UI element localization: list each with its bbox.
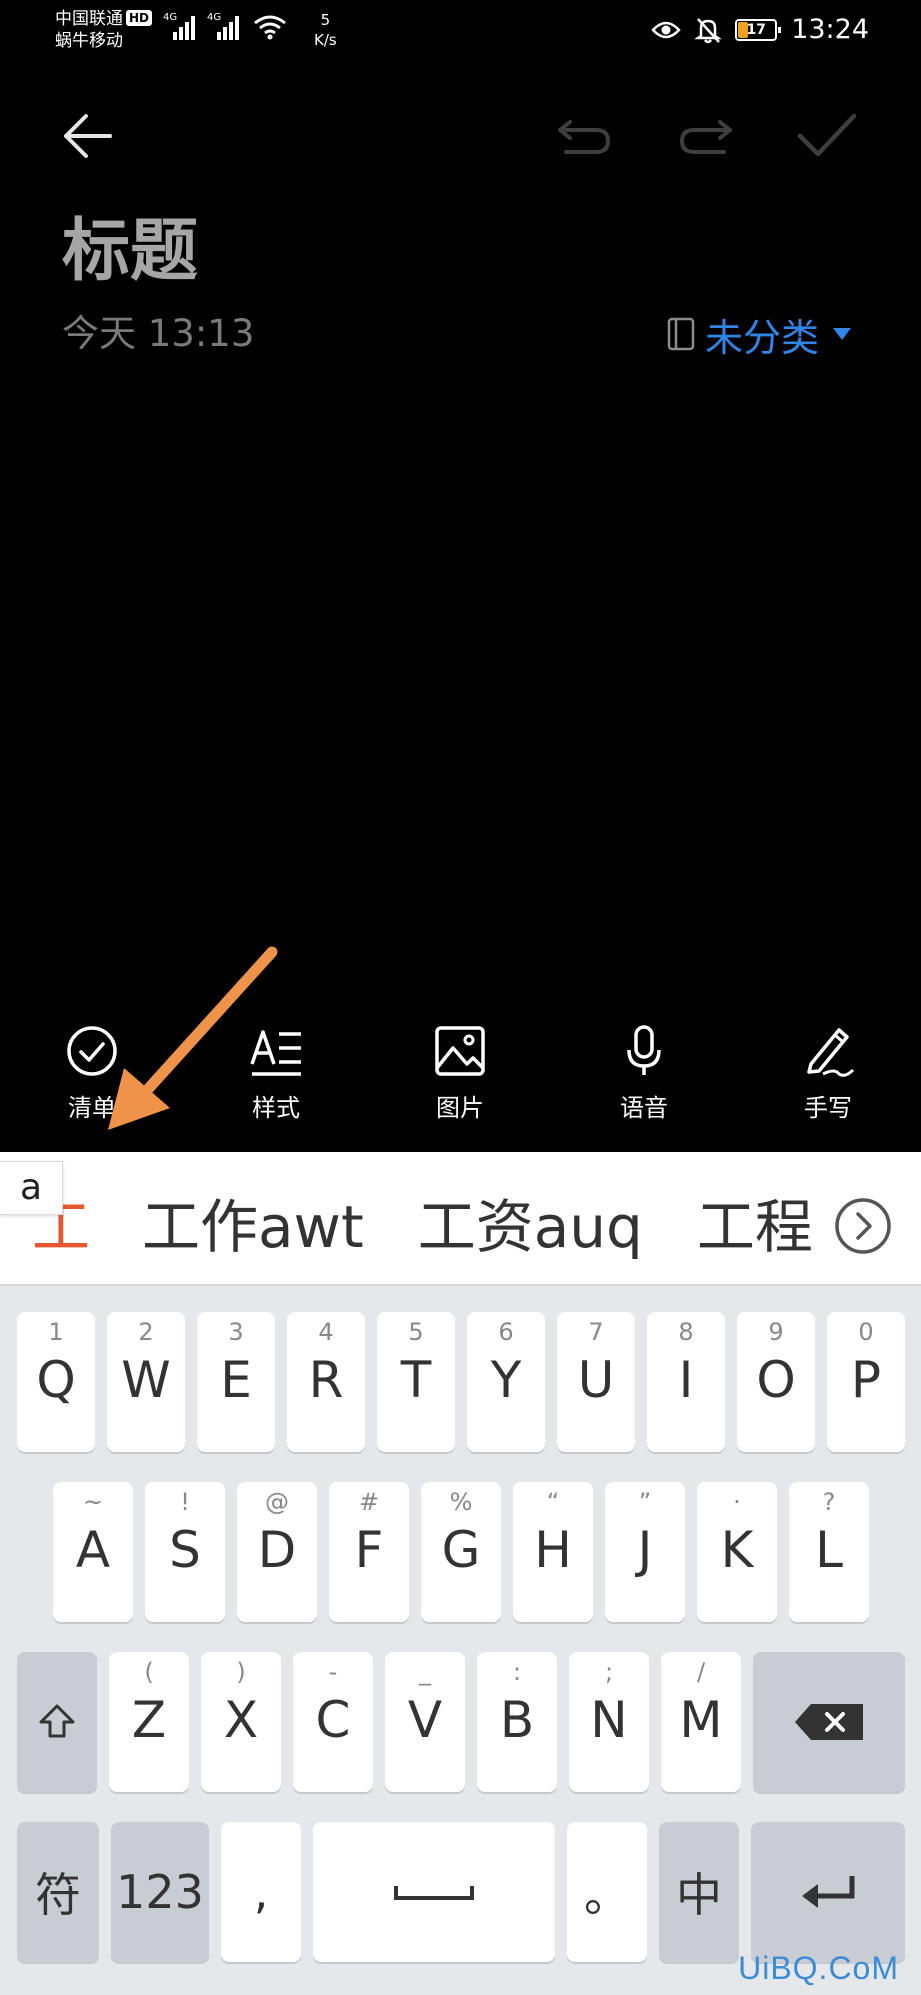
key-o[interactable]: 9O [737,1312,815,1452]
annotation-arrow-icon [108,946,278,1130]
backspace-icon [795,1704,863,1740]
expand-candidates-icon[interactable] [833,1196,893,1256]
battery-icon: 17 [735,18,782,41]
image-label: 图片 [436,1094,484,1122]
key-r[interactable]: 4R [287,1312,365,1452]
watermark: UiBQ.CoM [738,1950,899,1986]
status-clock: 13:24 [791,14,869,45]
note-title[interactable]: 标题 [62,212,198,292]
period-key[interactable]: 。 [567,1822,647,1962]
editor-toolbar [0,100,921,170]
battery-level: 17 [746,21,766,38]
space-key[interactable] [313,1822,555,1962]
notebook-icon [667,317,695,351]
image-button[interactable]: 图片 [368,1024,552,1134]
pen-icon [807,1028,855,1077]
key-c[interactable]: -C [293,1652,373,1792]
network-type-label: 4G [163,12,178,23]
dropdown-caret-icon [833,328,851,340]
key-q[interactable]: 1Q [17,1312,95,1452]
redo-icon[interactable] [678,114,734,158]
microphone-icon [627,1025,661,1075]
key-k[interactable]: · K [697,1482,777,1622]
key-e[interactable]: 3E [197,1312,275,1452]
shift-arrow-icon [39,1704,75,1738]
category-selector[interactable]: 未分类 [667,310,851,360]
key-w[interactable]: 2W [107,1312,185,1452]
key-l[interactable]: ? L [789,1482,869,1622]
numbers-key[interactable]: 123 [111,1822,209,1962]
candidate-item[interactable]: 工资auq [418,1186,643,1268]
wifi-icon [254,15,286,40]
key-j[interactable]: ” J [605,1482,685,1622]
key-i[interactable]: 8I [647,1312,725,1452]
candidate-list: 工 工作awt 工资auq 工程 [32,1186,832,1268]
network-type-label: 4G [207,12,222,23]
enter-return-icon [802,1876,855,1908]
voice-label: 语音 [620,1094,668,1122]
symbols-key[interactable]: 符 [17,1822,99,1962]
status-right: 17 13:24 [651,14,869,45]
key-m[interactable]: / M [661,1652,741,1792]
key-a[interactable]: ~ A [53,1482,133,1622]
signal-strength-icon: 4G [207,12,239,40]
network-speed-value: 5 [320,11,331,29]
key-x[interactable]: ) X [201,1652,281,1792]
shift-key[interactable] [17,1652,97,1792]
status-bar: 中国联通 HD 蜗牛移动 4G 4G 5 K/s 17 13:24 [0,0,921,62]
space-bar-icon [394,1886,474,1900]
keyboard: 1Q 2W 3E 4R 5T 6Y 7U 8I 9O 0P ~ A ! S @ D #… [0,1286,921,1995]
key-g[interactable]: % G [421,1482,501,1622]
key-v[interactable]: _ V [385,1652,465,1792]
hd-badge: HD [126,10,153,26]
voice-button[interactable]: 语音 [552,1024,736,1134]
back-arrow-icon[interactable] [58,106,118,166]
key-z[interactable]: (Z [109,1652,189,1792]
network-speed-unit: K/s [314,31,337,49]
key-s[interactable]: ! S [145,1482,225,1622]
handwriting-label: 手写 [804,1094,852,1122]
network-speed: 5 K/s [314,10,337,50]
eye-icon [651,21,681,38]
key-b[interactable]: :B [477,1652,557,1792]
ime-candidate-bar: 工 工作awt 工资auq 工程 a [0,1152,921,1286]
backspace-key[interactable] [753,1652,905,1792]
key-h[interactable]: “H [513,1482,593,1622]
signal-strength-icon: 4G [163,12,195,40]
carrier-name-primary: 中国联通 [55,9,123,29]
key-n[interactable]: ; N [569,1652,649,1792]
bell-off-icon [695,17,722,43]
key-u[interactable]: 7U [557,1312,635,1452]
carrier-name-secondary: 蜗牛移动 [55,31,123,51]
candidate-item[interactable]: 工程 [697,1186,813,1268]
key-d[interactable]: @ D [237,1482,317,1622]
handwriting-button[interactable]: 手写 [736,1024,920,1134]
key-y[interactable]: 6Y [467,1312,545,1452]
language-switch-key[interactable]: 中 [659,1822,739,1962]
ime-preedit-text: a [0,1161,64,1215]
key-p[interactable]: 0P [827,1312,905,1452]
key-f[interactable]: # F [329,1482,409,1622]
key-t[interactable]: 5T [377,1312,455,1452]
comma-key[interactable]: , [221,1822,301,1962]
candidate-item[interactable]: 工作awt [142,1186,364,1268]
carrier-info: 中国联通 HD 蜗牛移动 [55,8,153,52]
category-label: 未分类 [704,315,819,360]
enter-key[interactable] [751,1822,905,1962]
note-date: 今天 13:13 [62,312,255,355]
image-icon [435,1026,485,1076]
checkmark-icon[interactable] [796,110,858,162]
signal-indicators: 4G 4G [163,12,287,40]
undo-icon[interactable] [556,114,612,158]
